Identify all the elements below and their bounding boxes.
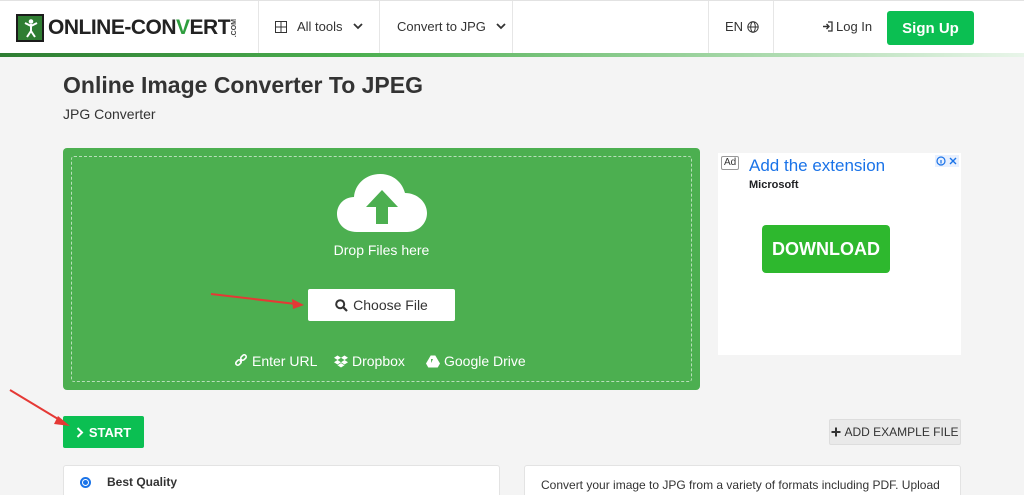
cloud-upload-icon bbox=[337, 174, 427, 232]
ad-info-close-icon[interactable] bbox=[935, 155, 959, 167]
language-selector[interactable]: EN bbox=[725, 0, 759, 53]
ad-advertiser: Microsoft bbox=[749, 179, 799, 191]
dropbox-label: Dropbox bbox=[352, 353, 405, 369]
arrow-to-start-icon bbox=[9, 389, 70, 426]
language-label: EN bbox=[725, 19, 744, 34]
nav-divider bbox=[708, 1, 709, 53]
start-label: START bbox=[88, 424, 132, 440]
signup-button[interactable]: Sign Up bbox=[887, 11, 974, 45]
page-subtitle: JPG Converter bbox=[63, 106, 156, 122]
grid-icon bbox=[275, 20, 287, 33]
login-link[interactable]: Log In bbox=[822, 0, 872, 53]
all-tools-label: All tools bbox=[297, 19, 343, 34]
plus-icon bbox=[831, 427, 841, 437]
nav-divider bbox=[379, 1, 380, 53]
best-quality-radio[interactable] bbox=[80, 477, 91, 488]
dropbox-icon bbox=[334, 355, 348, 367]
ad-controls[interactable] bbox=[935, 155, 959, 167]
start-button[interactable]: START bbox=[63, 416, 144, 448]
ad-badge: Ad bbox=[721, 156, 740, 170]
nav-divider bbox=[512, 1, 513, 53]
google-drive-link[interactable]: Google Drive bbox=[426, 352, 526, 370]
dropbox-link[interactable]: Dropbox bbox=[334, 352, 405, 370]
nav-divider bbox=[773, 1, 774, 53]
logo-com-suffix: .COM bbox=[231, 18, 239, 38]
google-drive-icon bbox=[426, 355, 440, 367]
header-accent-line bbox=[0, 53, 1024, 57]
site-logo[interactable]: ONLINE-CONVERT .COM bbox=[16, 14, 238, 42]
link-icon bbox=[234, 354, 248, 367]
login-label: Log In bbox=[836, 19, 873, 34]
chevron-down-icon bbox=[496, 23, 506, 30]
convert-to-menu[interactable]: Convert to JPG bbox=[397, 0, 506, 53]
ad-download-button[interactable]: DOWNLOAD bbox=[762, 225, 890, 273]
choose-file-label: Choose File bbox=[353, 297, 428, 313]
ad-title[interactable]: Add the extension bbox=[749, 156, 885, 176]
enter-url-label: Enter URL bbox=[252, 353, 318, 369]
search-icon bbox=[335, 298, 348, 312]
all-tools-menu[interactable]: All tools bbox=[275, 0, 363, 53]
nav-divider bbox=[258, 1, 259, 53]
google-drive-label: Google Drive bbox=[444, 353, 526, 369]
page-title: Online Image Converter To JPEG bbox=[63, 72, 423, 98]
logo-wordmark: ONLINE-CONVERT bbox=[48, 16, 231, 39]
converter-description: Convert your image to JPG from a variety… bbox=[541, 478, 940, 492]
advertisement-panel[interactable]: Ad Add the extension Microsoft DOWNLOAD bbox=[718, 153, 961, 355]
choose-file-button[interactable]: Choose File bbox=[308, 289, 455, 321]
globe-icon bbox=[747, 20, 759, 33]
add-example-file-button[interactable]: ADD EXAMPLE FILE bbox=[829, 419, 961, 445]
add-example-label: ADD EXAMPLE FILE bbox=[844, 425, 959, 439]
best-quality-label: Best Quality bbox=[107, 475, 178, 489]
chevron-down-icon bbox=[352, 23, 363, 30]
logo-icon bbox=[16, 14, 44, 42]
drop-files-text: Drop Files here bbox=[333, 242, 430, 258]
login-icon bbox=[823, 21, 833, 32]
convert-to-label: Convert to JPG bbox=[397, 19, 486, 34]
enter-url-link[interactable]: Enter URL bbox=[234, 352, 317, 370]
chevron-right-icon bbox=[76, 426, 84, 438]
